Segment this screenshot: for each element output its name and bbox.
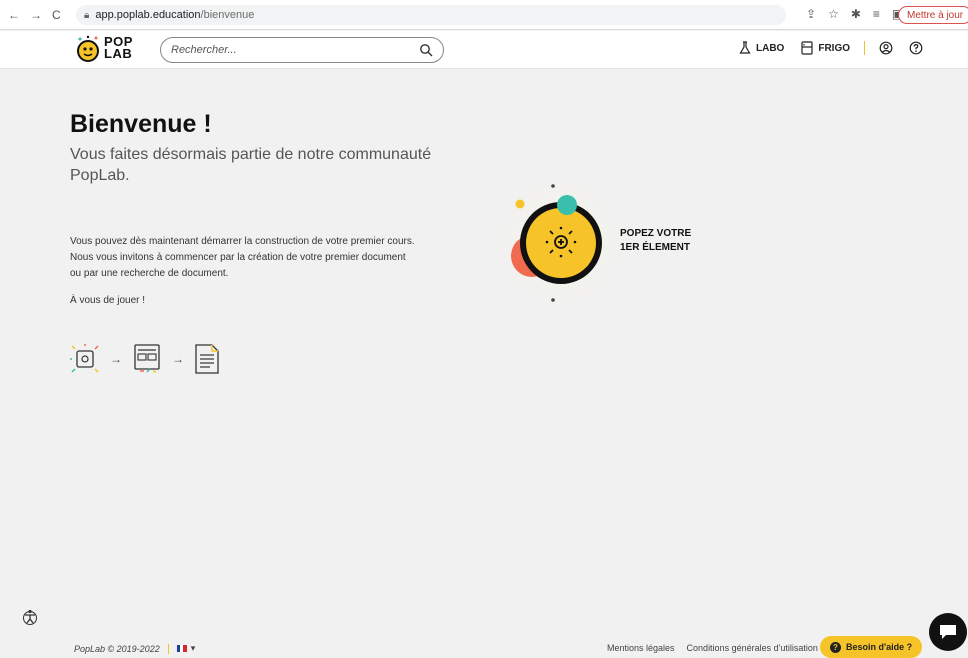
page-subtitle: Vous faites désormais partie de notre co… [70,146,432,184]
reading-list-icon[interactable]: ≡ [873,7,880,21]
nav-frigo[interactable]: FRIGO [800,41,850,55]
account-icon[interactable] [879,41,893,55]
play-prompt: À vous de jouer ! [70,295,146,306]
search-icon[interactable] [419,43,433,57]
lock-icon: 🔒︎ [84,9,90,21]
page-title: Bienvenue ! [70,110,212,138]
help-label: Besoin d'aide ? [846,642,913,652]
pop-element-label[interactable]: POPEZ VOTRE 1ER ÉLEMENT [620,227,691,255]
address-bar[interactable]: 🔒︎ app.poplab.education/bienvenue [76,5,786,25]
browser-toolbar: ← → C 🔒︎ app.poplab.education/bienvenue … [0,0,968,30]
footer-links: Mentions légales Conditions générales d'… [607,643,818,653]
nav-divider [864,41,866,55]
update-button[interactable]: Mettre à jour [898,6,968,24]
footer-left: PopLab © 2019-2022 ▾ [74,643,195,654]
step-arrow: → [172,352,184,366]
question-icon: ? [830,641,841,653]
chat-button[interactable] [929,613,967,651]
nav-labo[interactable]: LABO [738,41,784,55]
flag-fr-icon [176,645,187,652]
flask-icon [739,41,751,54]
logo-wordmark: POP LAB [104,34,133,61]
terms-link[interactable]: Conditions générales d'utilisation [687,643,818,653]
help-icon[interactable] [909,41,923,55]
legal-link[interactable]: Mentions légales [607,643,675,653]
url-host: app.poplab.education [95,9,201,21]
chevron-down-icon: ▾ [190,643,196,653]
step-arrow: → [110,352,122,366]
footer-divider [167,643,169,654]
puzzle-icon[interactable]: ✱ [851,7,861,21]
forward-icon[interactable]: → [30,8,42,22]
help-button[interactable]: ? Besoin d'aide ? [820,636,923,658]
star-icon[interactable]: ☆ [828,7,839,21]
poplab-logo[interactable]: POP LAB [74,35,140,65]
chat-icon [940,625,956,639]
logo-mascot-icon [77,35,99,62]
fridge-icon [801,41,813,55]
document-build-icon [134,344,160,373]
accessibility-icon[interactable] [21,608,39,626]
app-header: POP LAB Rechercher... LABO FRIGO [0,31,968,69]
url-path: /bienvenue [200,9,255,21]
back-icon[interactable]: ← [8,8,20,22]
header-nav: LABO FRIGO [738,41,923,55]
language-selector[interactable]: ▾ [176,643,196,654]
intro-paragraph: Vous pouvez dès maintenant démarrer la c… [70,236,415,279]
search-placeholder: Rechercher... [171,44,237,56]
pop-element-icon [70,344,99,373]
reload-icon[interactable]: C [52,8,61,22]
share-icon[interactable]: ⇪ [806,7,816,21]
document-icon [195,344,219,374]
copyright: PopLab © 2019-2022 [74,643,160,654]
search-input[interactable]: Rechercher... [160,37,444,63]
steps-illustration: → → [68,342,222,376]
browser-nav: ← → C [0,8,74,22]
